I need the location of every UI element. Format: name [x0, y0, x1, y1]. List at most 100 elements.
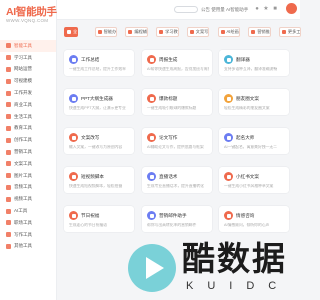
sidebar-item[interactable]: 可视建模: [0, 75, 56, 87]
sidebar-item[interactable]: 视频工具: [0, 193, 56, 205]
tool-icon: [147, 94, 156, 103]
sidebar-item[interactable]: 文案工具: [0, 158, 56, 170]
sidebar-item[interactable]: AI工具: [0, 205, 56, 217]
tool-card-description: 快速生成短视频脚本，轻松拍摄: [69, 184, 123, 188]
sidebar-item-label: 写作工具: [14, 231, 32, 237]
tool-card[interactable]: 情感咨询 AI情感顾问，倾听你的心声: [219, 206, 289, 232]
nav-item-icon: [6, 149, 11, 155]
avatar[interactable]: [286, 3, 297, 14]
tool-card-description: 输入文案，一键改写为原创内容: [69, 145, 123, 149]
tool-card-title: 直播话术: [159, 173, 178, 179]
tool-card[interactable]: 直播话术 生成专业直播话术，提升直播转化: [142, 167, 212, 193]
nav-item-icon: [6, 90, 11, 96]
tab-icon: [189, 30, 194, 34]
tab-0[interactable]: 全部: [64, 27, 78, 37]
nav-item-icon: [6, 137, 11, 143]
tab-label: 学习教育: [165, 29, 178, 34]
tab-label: 智能办公: [103, 29, 117, 34]
tab-7[interactable]: 更多工具: [278, 27, 302, 37]
sidebar-item[interactable]: 创作工具: [0, 134, 56, 146]
tool-card[interactable]: 论文写作 AI辅助论文写作，提供思路与框架: [142, 128, 212, 154]
tool-icon: [224, 94, 233, 103]
header-notice[interactable]: 公告 使用量 AI智能助手: [201, 7, 248, 13]
tool-card-description: AI辅助论文写作，提供思路与框架: [147, 145, 204, 149]
nav-item-icon: [6, 208, 11, 214]
tool-icon: [69, 133, 78, 142]
tool-card-description: 快速生成PPT大纲，让演示更专业: [69, 106, 126, 110]
tab-1[interactable]: 智能办公: [94, 27, 118, 37]
tool-card[interactable]: 节日祝福生成走心的节日祝福语: [64, 206, 134, 232]
nav-item-icon: [6, 114, 11, 120]
sidebar-item[interactable]: 营销工具: [0, 146, 56, 158]
nav-item-icon: [6, 125, 11, 131]
tab-3[interactable]: 学习教育: [156, 27, 179, 37]
tool-icon: [147, 55, 156, 64]
top-header: 公告 使用量 AI智能助手 ● ★ ■: [57, 0, 300, 20]
nav-item-icon: [6, 232, 11, 238]
star-icon[interactable]: ★: [263, 6, 269, 12]
tab-icon: [220, 30, 225, 34]
bell-icon[interactable]: ●: [254, 6, 260, 12]
nav-item-icon: [6, 184, 11, 190]
tab-icon: [67, 30, 71, 34]
tab-icon: [97, 30, 102, 34]
nav-item-icon: [6, 196, 11, 202]
tool-card[interactable]: 爆款标题 一键生成吸引眼球的爆款标题: [142, 89, 212, 115]
tool-card[interactable]: 翻译器 支持多语种互译，翻译准确流畅: [219, 50, 289, 76]
sidebar-item[interactable]: 智能工具: [0, 40, 56, 52]
tab-6[interactable]: 营销推广: [248, 27, 271, 37]
tool-card[interactable]: 短视频脚本 快速生成短视频脚本，轻松拍摄: [64, 167, 134, 193]
sidebar-item[interactable]: 写作工具: [0, 229, 56, 241]
tool-card[interactable]: 朋友圈文案 轻松生成精彩的朋友圈文案: [219, 89, 289, 115]
tool-card[interactable]: 营销邮件助手 帮你写出高转化率的营销邮件: [142, 206, 212, 232]
tab-icon: [251, 30, 256, 34]
tool-icon: [69, 55, 78, 64]
tool-icon: [147, 172, 156, 181]
tab-icon: [128, 30, 133, 34]
sidebar-item[interactable]: 教育工具: [0, 123, 56, 135]
tool-card[interactable]: 周报生成 AI帮你快速生成周报，告别加班写周报: [142, 50, 212, 76]
sidebar-item[interactable]: 音频工具: [0, 182, 56, 194]
logo[interactable]: AI智能助手 WWW.VQNQ.COM: [6, 6, 57, 24]
sidebar: AI智能助手 WWW.VQNQ.COM 智能工具学习工具网站运营 可视建模工作开发…: [0, 0, 57, 300]
sidebar-item[interactable]: 职场工具: [0, 217, 56, 229]
tool-card-description: 帮你写出高转化率的营销邮件: [147, 223, 197, 227]
tool-card[interactable]: 工作总结 一键生成工作总结，提升工作效率: [64, 50, 134, 76]
tool-card-title: PPT大纲生成器: [81, 95, 113, 101]
sidebar-item-label: 学习工具: [14, 54, 32, 60]
tool-card[interactable]: 小红书文案 一键生成小红书风格种草文案: [219, 167, 289, 193]
sidebar-item[interactable]: 其他工具: [0, 241, 56, 253]
tool-card[interactable]: 文案改写 输入文案，一键改写为原创内容: [64, 128, 134, 154]
nav-item-icon: [6, 55, 11, 61]
tool-card[interactable]: 起名大师 AI一键起名，寓意美好独一无二: [219, 128, 289, 154]
message-icon[interactable]: ■: [272, 6, 278, 12]
nav-item-icon: [6, 243, 11, 249]
tab-5[interactable]: AI绘画: [217, 27, 240, 37]
tab-label: 文案写作: [195, 29, 209, 34]
tool-card-title: 情感咨询: [236, 212, 255, 218]
tool-icon: [224, 211, 233, 220]
watermark-subtext: KUIDC: [186, 280, 291, 292]
search-input[interactable]: [174, 6, 198, 13]
tab-label: AI绘画: [226, 29, 239, 34]
tool-card-description: 生成走心的节日祝福语: [69, 223, 107, 227]
sidebar-item[interactable]: 工作开发: [0, 87, 56, 99]
sidebar-item[interactable]: 网站运营: [0, 64, 56, 76]
tool-icon: [147, 211, 156, 220]
tab-4[interactable]: 文案写作: [186, 27, 210, 37]
tool-icon: [224, 133, 233, 142]
tool-card-title: 翻译器: [236, 56, 250, 62]
tab-label: 更多工具: [287, 29, 301, 34]
sidebar-item[interactable]: 商业工具: [0, 99, 56, 111]
tool-card-title: 小红书文案: [236, 173, 259, 179]
tool-card-description: 轻松生成精彩的朋友圈文案: [224, 106, 270, 110]
tab-2[interactable]: 编程辅助: [125, 27, 148, 37]
tool-card-title: 节日祝福: [81, 212, 100, 218]
sidebar-item[interactable]: 生活工具: [0, 111, 56, 123]
sidebar-item[interactable]: 图片工具: [0, 170, 56, 182]
watermark: 酷数据 KUIDC: [128, 240, 296, 298]
sidebar-item[interactable]: 学习工具: [0, 52, 56, 64]
sidebar-item-label: 工作开发: [14, 90, 32, 96]
tool-card[interactable]: PPT大纲生成器快速生成PPT大纲，让演示更专业: [64, 89, 134, 115]
sidebar-item-label: 其他工具: [14, 243, 32, 249]
